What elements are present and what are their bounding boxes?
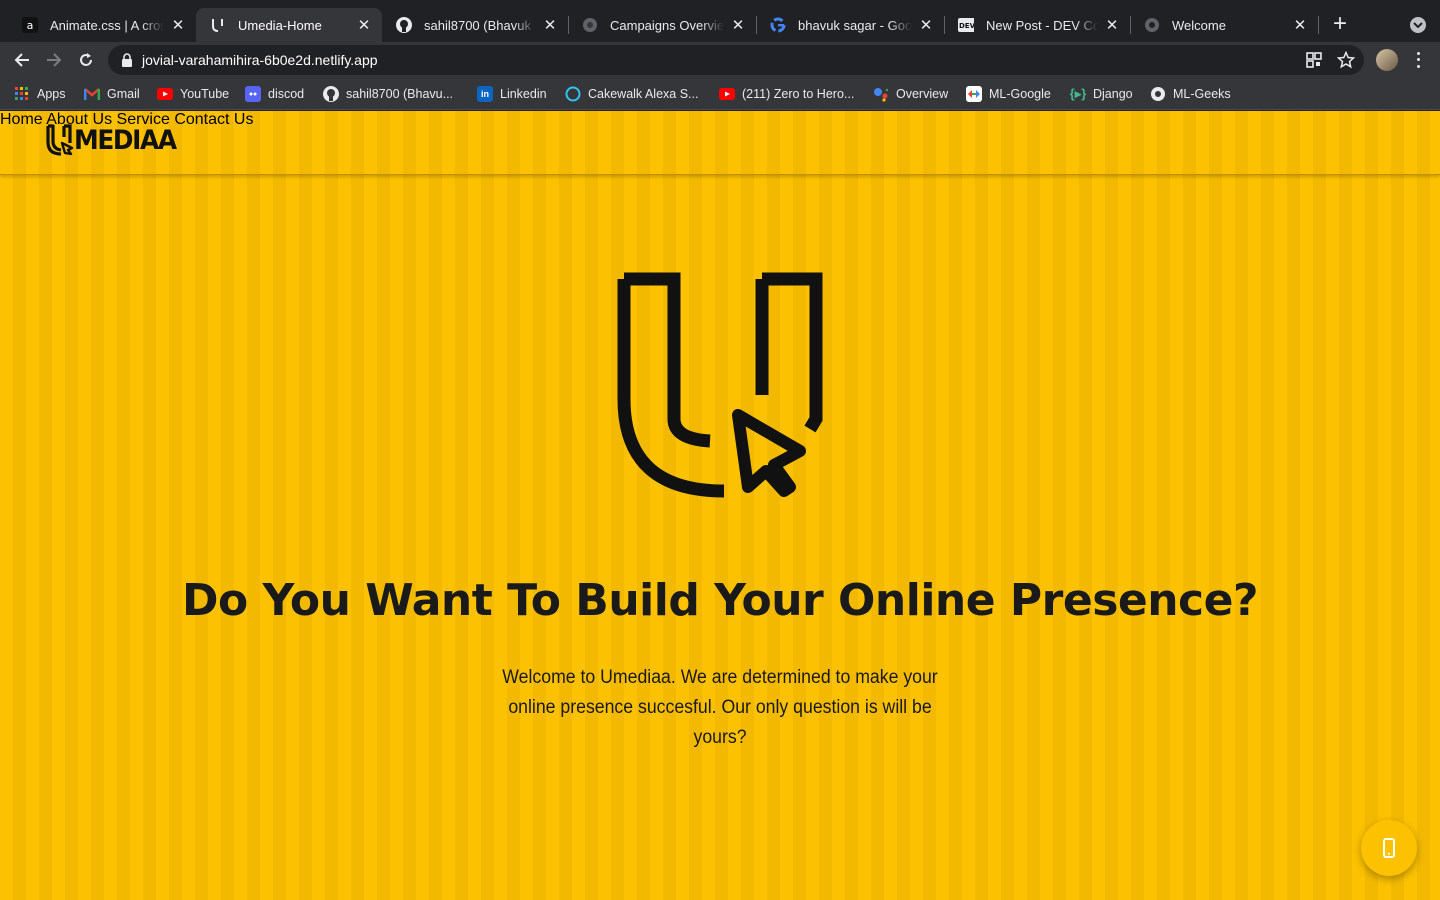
tab-divider xyxy=(756,16,757,34)
bookmark-star-icon[interactable] xyxy=(1335,49,1357,71)
bookmark-label: YouTube xyxy=(180,87,230,101)
tab-search-chevron-icon[interactable] xyxy=(1410,17,1426,33)
tab-title: Campaigns Overview xyxy=(610,17,724,33)
globe-icon xyxy=(1144,17,1160,33)
back-arrow-icon[interactable] xyxy=(10,48,34,72)
bookmark-gmail[interactable]: Gmail xyxy=(84,85,140,103)
profile-avatar[interactable] xyxy=(1376,49,1398,71)
nav-home[interactable]: Home xyxy=(0,111,43,128)
bookmark-label: ML-Geeks xyxy=(1173,87,1231,101)
bookmark-label: ML-Google xyxy=(989,87,1051,101)
contact-phone-button[interactable] xyxy=(1361,820,1417,876)
tab-title: bhavuk sagar - Google Search xyxy=(798,17,912,33)
qr-code-icon[interactable] xyxy=(1303,49,1325,71)
bookmark-label: Linkedin xyxy=(500,87,547,101)
discord-icon xyxy=(245,86,261,102)
svg-text:a: a xyxy=(27,19,34,32)
bookmark-zero-to-hero[interactable]: (211) Zero to Hero... xyxy=(719,85,854,103)
bookmark-label: Django xyxy=(1093,87,1133,101)
bookmark-discord[interactable]: discod xyxy=(245,85,304,103)
bookmark-django[interactable]: {▸} Django xyxy=(1070,85,1133,103)
hero-subtitle: Welcome to Umediaa. We are determined to… xyxy=(502,667,938,748)
bookmark-github[interactable]: sahil8700 (Bhavu... xyxy=(323,85,453,103)
tab-title: Animate.css | A cross-browser library xyxy=(50,17,164,33)
alexa-icon xyxy=(565,86,581,102)
bookmark-cakewalk-alexa[interactable]: Cakewalk Alexa S... xyxy=(565,85,698,103)
bookmark-label: Apps xyxy=(37,87,66,101)
close-icon[interactable]: ✕ xyxy=(918,17,934,34)
bookmark-label: Gmail xyxy=(107,87,140,101)
bookmark-apps[interactable]: Apps xyxy=(14,85,66,103)
hero-umedia-logo-icon xyxy=(617,272,823,498)
github-icon xyxy=(396,17,412,33)
umedia-logo-icon xyxy=(210,17,226,33)
bookmark-label: discod xyxy=(268,87,305,101)
tab-google-search[interactable]: bhavuk sagar - Google Search ✕ xyxy=(756,8,944,42)
hero-title: Do You Want To Build Your Online Presenc… xyxy=(181,575,1259,626)
globe-icon xyxy=(1150,86,1166,102)
linkedin-icon: in xyxy=(477,86,493,102)
site-logo[interactable]: MEDIAA xyxy=(44,123,185,157)
bookmark-overview[interactable]: Overview xyxy=(873,85,948,103)
logo-wordmark: MEDIAA xyxy=(74,124,177,156)
tab-divider xyxy=(944,16,945,34)
google-icon xyxy=(770,17,786,33)
browser-tab-strip: a Animate.css | A cross-browser library … xyxy=(0,0,1440,42)
tab-divider xyxy=(1318,16,1319,34)
lock-icon xyxy=(120,53,134,67)
globe-icon xyxy=(582,17,598,33)
tab-title: sahil8700 (Bhavuk Sagar) xyxy=(424,17,536,33)
nav-contact-us[interactable]: Contact Us xyxy=(174,111,253,128)
bookmark-label: sahil8700 (Bhavu... xyxy=(346,87,454,101)
bookmark-linkedin[interactable]: in Linkedin xyxy=(477,85,547,103)
bookmark-ml-geeks[interactable]: ML-Geeks xyxy=(1150,85,1231,103)
tab-title: Welcome xyxy=(1172,17,1226,33)
bookmarks-bar: Apps Gmail YouTube discod sahil8700 (Bha… xyxy=(0,78,1440,110)
close-icon[interactable]: ✕ xyxy=(730,17,746,34)
url-text: jovial-varahamihira-6b0e2d.netlify.app xyxy=(142,52,378,68)
tab-divider xyxy=(1130,16,1131,34)
bookmark-label: Overview xyxy=(896,87,949,101)
close-icon[interactable]: ✕ xyxy=(1104,17,1120,34)
apps-grid-icon xyxy=(14,86,30,102)
bookmark-ml-google[interactable]: ML-Google xyxy=(966,85,1051,103)
gmail-icon xyxy=(84,86,100,102)
browser-toolbar: jovial-varahamihira-6b0e2d.netlify.app xyxy=(0,42,1440,78)
svg-text:DEV: DEV xyxy=(959,22,974,30)
tab-umedia-home[interactable]: Umedia-Home ✕ xyxy=(196,8,382,42)
bookmark-label: Cakewalk Alexa S... xyxy=(588,87,699,101)
close-icon[interactable]: ✕ xyxy=(356,17,372,34)
browser-menu-icon[interactable] xyxy=(1410,50,1426,70)
tab-github[interactable]: sahil8700 (Bhavuk Sagar) ✕ xyxy=(382,8,568,42)
new-tab-plus-icon[interactable]: + xyxy=(1328,12,1352,37)
tab-title: New Post - DEV Community xyxy=(986,17,1098,33)
tab-divider xyxy=(568,16,569,34)
site-header: MEDIAA Home About Us Service Contact Us xyxy=(0,111,1440,175)
github-icon xyxy=(323,86,339,102)
umedia-logo-icon xyxy=(46,124,74,156)
reload-icon[interactable] xyxy=(74,48,98,72)
address-bar[interactable]: jovial-varahamihira-6b0e2d.netlify.app xyxy=(108,45,1364,75)
tab-animate-css[interactable]: a Animate.css | A cross-browser library … xyxy=(8,8,196,42)
youtube-icon xyxy=(719,86,735,102)
ml-google-icon xyxy=(966,86,982,102)
bookmark-youtube[interactable]: YouTube xyxy=(157,85,229,103)
tab-title: Umedia-Home xyxy=(238,17,322,33)
mobile-phone-icon xyxy=(1383,838,1395,858)
tab-campaigns-overview[interactable]: Campaigns Overview ✕ xyxy=(568,8,756,42)
close-icon[interactable]: ✕ xyxy=(542,17,558,34)
animate-a-icon: a xyxy=(22,17,38,33)
close-icon[interactable]: ✕ xyxy=(170,17,186,34)
close-icon[interactable]: ✕ xyxy=(1292,17,1308,34)
page-content: MEDIAA Home About Us Service Contact Us … xyxy=(0,111,1440,900)
youtube-icon xyxy=(157,86,173,102)
tab-dev-community[interactable]: DEV New Post - DEV Community ✕ xyxy=(944,8,1130,42)
tab-welcome[interactable]: Welcome ✕ xyxy=(1130,8,1318,42)
dev-icon: DEV xyxy=(958,17,974,33)
google-assistant-icon xyxy=(873,86,889,102)
forward-arrow-icon[interactable] xyxy=(42,48,66,72)
bookmark-label: (211) Zero to Hero... xyxy=(742,87,855,101)
django-icon: {▸} xyxy=(1069,86,1087,101)
